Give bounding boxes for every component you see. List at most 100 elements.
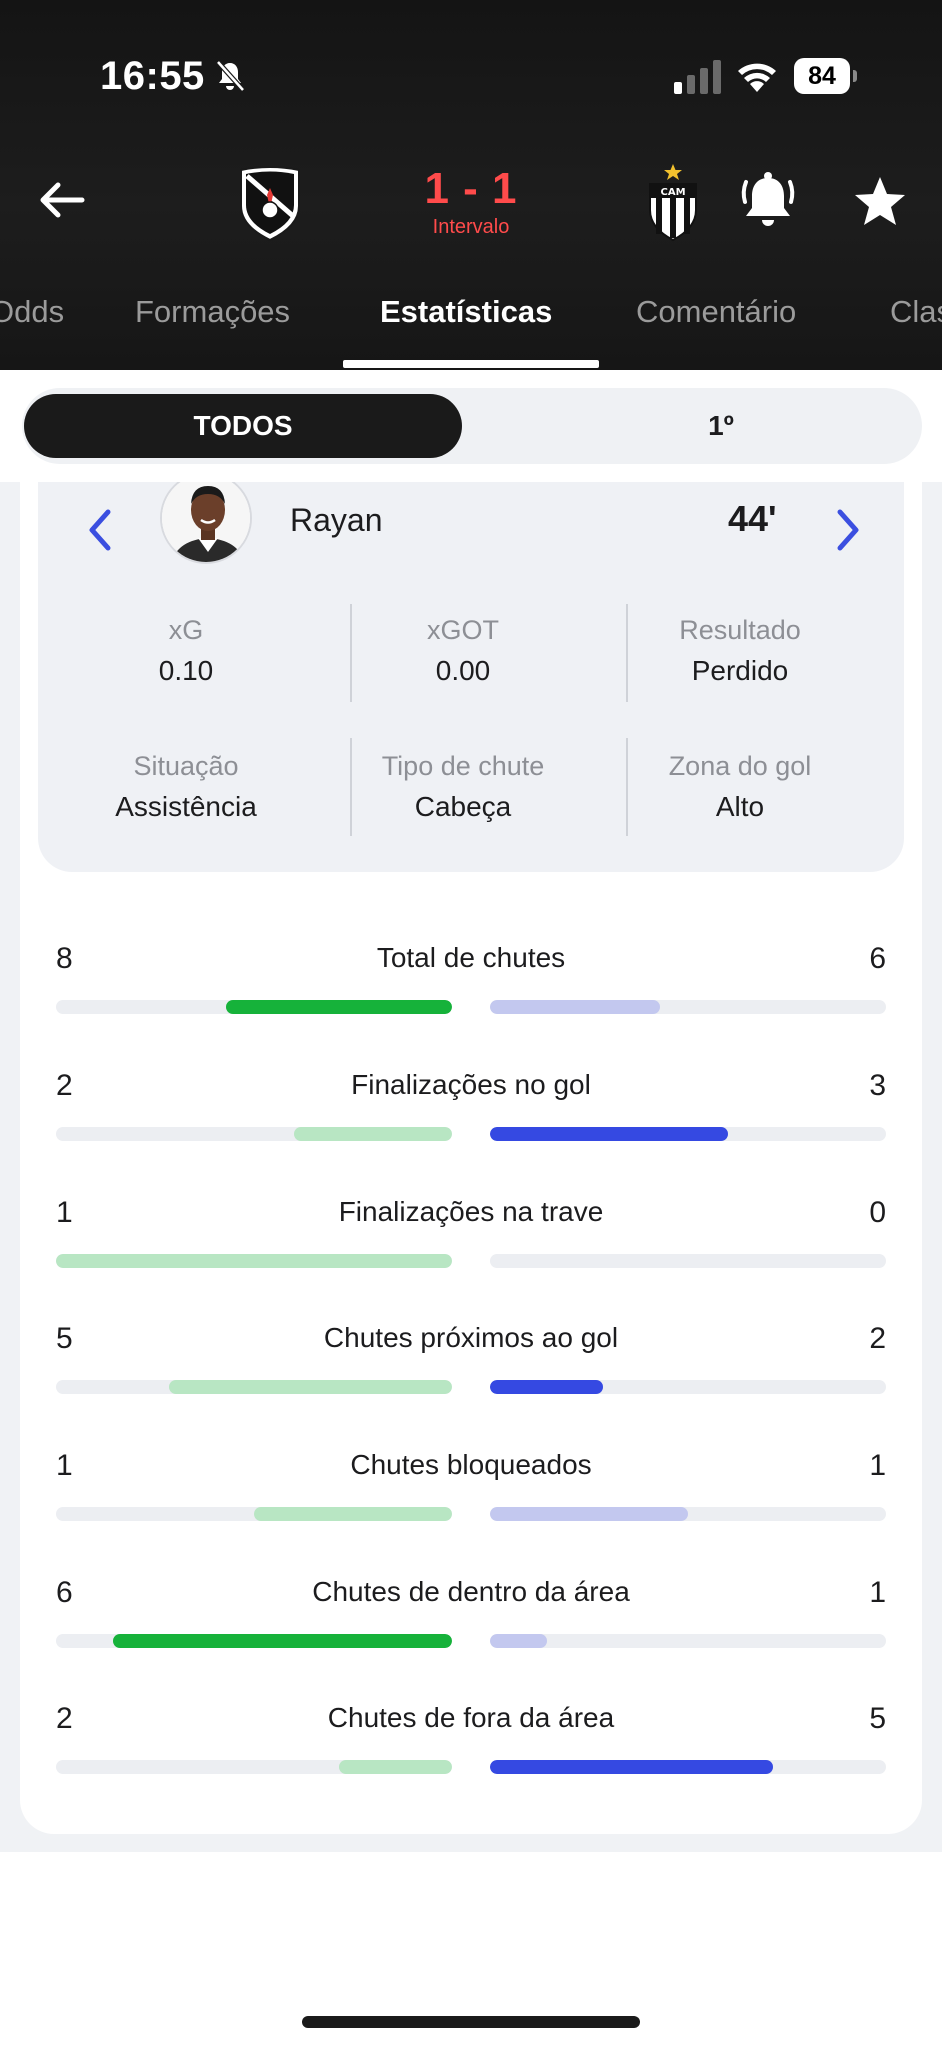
tab-formacoes[interactable]: Formações [135,294,290,330]
tab-estatisticas[interactable]: Estatísticas [380,294,552,330]
svg-text:CAM: CAM [660,187,685,198]
stat-away-bar [490,1254,886,1268]
shot-minute: 44' [728,498,777,539]
metric-value: Assistência [115,791,257,822]
match-nav-row: 1 - 1 Intervalo CAM [0,150,942,260]
match-header: 16:55 84 1 - 1 Intervalo CAM Odds Formaç… [0,0,942,370]
stat-row-chutes-de-dentro-da-area: 6 Chutes de dentro da área 1 [20,1576,922,1666]
battery-icon: 84 [794,58,858,94]
metric-value: Perdido [691,655,789,686]
stat-home-bar-fill [225,1000,452,1014]
stat-home-value: 1 [56,1449,73,1482]
player-avatar [160,482,252,564]
player-photo-icon [162,482,250,562]
stat-label: Chutes próximos ao gol [323,1322,619,1353]
filter-first-half-button[interactable]: 1º [502,394,940,458]
stat-away-value: 3 [869,1069,886,1102]
stat-away-value: 2 [869,1322,886,1355]
wifi-icon [738,63,776,92]
next-shot-chevron-icon[interactable] [828,502,868,558]
stat-away-value: 1 [869,1449,886,1482]
filter-todos-button[interactable]: TODOS [24,394,462,458]
favorite-star-icon[interactable] [852,174,908,230]
stat-home-bar [56,1760,452,1774]
stat-away-bar [490,1380,886,1394]
home-team-crest-icon[interactable] [235,162,305,242]
previous-shot-chevron-icon[interactable] [80,502,120,558]
stat-home-bar [56,1000,452,1014]
metric-divider [350,738,352,836]
metric-divider [626,604,628,702]
status-bar: 16:55 84 [0,0,942,150]
metric-label: xGOT [427,615,499,645]
tab-comentario[interactable]: Comentário [636,294,796,330]
stat-row-finalizacoes-no-gol: 2 Finalizações no gol 3 [20,1069,922,1159]
stat-away-bar [490,1507,886,1521]
metric-value: Cabeça [414,791,512,822]
stat-home-bar [56,1507,452,1521]
stat-away-bar [490,1634,886,1648]
stat-home-bar-fill [56,1254,452,1268]
match-period: Intervalo [432,216,510,238]
cellular-signal-icon [674,60,721,94]
metric-xgot: xGOT 0.00 [325,610,601,692]
shot-stats-card: Rayan 44' xG 0.10 xGOT 0.00 Resultado Pe… [20,482,922,1834]
stat-away-bar [490,1127,886,1141]
stat-label: Finalizações na trave [338,1196,604,1227]
metric-situacao: Situação Assistência [48,746,324,828]
metric-label: Tipo de chute [381,751,545,781]
stat-home-bar-fill [112,1634,452,1648]
match-score: 1 - 1 [424,164,518,213]
metric-divider [350,604,352,702]
stat-away-value: 1 [869,1576,886,1609]
metric-zona-do-gol: Zona do gol Alto [602,746,878,828]
stat-home-value: 2 [56,1702,73,1735]
stat-away-bar [490,1760,886,1774]
away-team-crest-icon[interactable]: CAM [638,162,708,242]
stat-home-bar-fill [338,1760,452,1774]
stat-label: Chutes de fora da área [327,1702,615,1733]
stat-away-bar-fill [490,1760,773,1774]
match-tabs: Odds Formações Estatísticas Comentário C… [0,280,942,370]
stat-home-value: 8 [56,942,73,975]
back-arrow-icon[interactable] [32,170,92,230]
stat-away-bar-fill [490,1634,547,1648]
metric-tipo-de-chute: Tipo de chute Cabeça [325,746,601,828]
stat-home-bar [56,1380,452,1394]
stat-away-bar-fill [490,1380,604,1394]
metric-label: Situação [133,751,239,781]
stat-home-bar [56,1254,452,1268]
stat-away-bar-fill [490,1000,660,1014]
metric-value: 0.10 [158,655,214,686]
stat-home-bar [56,1634,452,1648]
stat-label: Total de chutes [376,942,566,973]
stat-home-value: 2 [56,1069,73,1102]
notification-bell-icon[interactable] [738,168,798,234]
status-time: 16:55 [100,54,205,98]
stat-label: Chutes bloqueados [350,1449,592,1480]
stat-away-bar-fill [490,1127,728,1141]
metric-value: 0.00 [435,655,491,686]
stat-row-chutes-de-fora-da-area: 2 Chutes de fora da área 5 [20,1702,922,1792]
metric-divider [626,738,628,836]
stat-home-value: 5 [56,1322,73,1355]
stat-row-total-de-chutes: 8 Total de chutes 6 [20,942,922,1032]
active-tab-indicator [343,360,599,368]
silent-mode-icon [216,60,245,92]
stat-home-bar-fill [254,1507,452,1521]
stat-row-finalizacoes-na-trave: 1 Finalizações na trave 0 [20,1196,922,1286]
tab-classificacao[interactable]: Class [890,294,942,330]
home-indicator [302,2016,640,2028]
stat-away-bar-fill [490,1507,688,1521]
metric-label: xG [168,615,204,645]
stat-home-bar [56,1127,452,1141]
period-segmented-control: TODOS 1º [22,388,922,464]
stat-home-bar-fill [169,1380,452,1394]
period-filter-bar: TODOS 1º [0,370,942,482]
stat-away-value: 6 [869,942,886,975]
metric-resultado: Resultado Perdido [602,610,878,692]
tab-odds[interactable]: Odds [0,294,64,330]
stat-home-value: 6 [56,1576,73,1609]
player-name: Rayan [290,502,383,538]
metric-label: Resultado [679,615,801,645]
